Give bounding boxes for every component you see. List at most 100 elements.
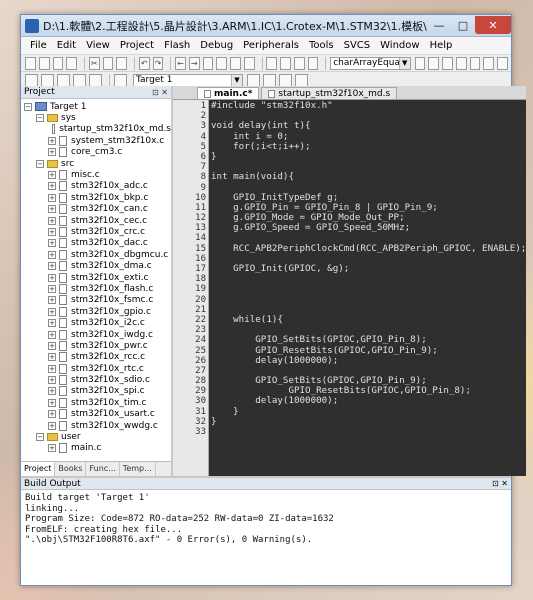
code-line[interactable] — [211, 284, 526, 294]
expander-icon[interactable]: + — [48, 148, 56, 157]
tree-folder-item[interactable]: − src — [21, 158, 171, 169]
menu-window[interactable]: Window — [375, 40, 424, 51]
tree-file-item[interactable]: + stm32f10x_can.c — [21, 204, 171, 215]
expander-icon[interactable]: − — [36, 159, 44, 168]
tree-file-item[interactable]: + stm32f10x_dma.c — [21, 260, 171, 272]
tree-file-item[interactable]: startup_stm32f10x_md.s — [21, 124, 171, 135]
tree-target-item[interactable]: − Target 1 — [21, 101, 171, 112]
code-line[interactable]: g.GPIO_Speed = GPIO_Speed_50MHz; — [211, 223, 526, 233]
menu-svcs[interactable]: SVCS — [339, 40, 376, 51]
chevron-down-icon[interactable]: ▼ — [231, 74, 242, 86]
menu-help[interactable]: Help — [425, 40, 458, 51]
code-line[interactable]: #include "stm32f10x.h" — [211, 100, 526, 111]
run-time-environment-icon[interactable] — [295, 73, 308, 87]
expander-icon[interactable]: − — [24, 102, 32, 111]
title-bar[interactable]: D:\1.軟體\2.工程設計\5.晶片設計\3.ARM\1.IC\1.Crote… — [21, 15, 511, 37]
nav-back-icon[interactable]: ← — [175, 56, 186, 70]
expander-icon[interactable]: + — [48, 182, 56, 191]
expander-icon[interactable]: + — [48, 250, 56, 259]
menu-peripherals[interactable]: Peripherals — [238, 40, 304, 51]
expander-icon[interactable]: + — [48, 364, 56, 373]
tree-file-item[interactable]: + stm32f10x_cec.c — [21, 215, 171, 226]
tree-file-item[interactable]: + stm32f10x_sdio.c — [21, 374, 171, 386]
expander-icon[interactable]: + — [48, 227, 56, 236]
menu-tools[interactable]: Tools — [304, 40, 339, 51]
target-combo[interactable]: Target 1 ▼ — [133, 73, 243, 87]
expander-icon[interactable]: + — [48, 296, 56, 305]
menu-edit[interactable]: Edit — [52, 40, 81, 51]
expander-icon[interactable]: + — [48, 171, 56, 180]
build-icon[interactable] — [41, 73, 54, 87]
comment-icon[interactable] — [293, 56, 305, 70]
tree-folder-item[interactable]: − user — [21, 431, 171, 442]
find-combo[interactable]: charArrayEquals ▼ — [330, 56, 411, 70]
expander-icon[interactable]: + — [48, 387, 56, 396]
expander-icon[interactable]: + — [48, 376, 56, 385]
kill-breakpoints-icon[interactable] — [483, 56, 495, 70]
incremental-find-icon[interactable] — [428, 56, 440, 70]
code-editor[interactable]: 1 2 3 4 5 6 7 8 9 10 11 12 13 14 15 16 17 18 19 20 21 22 23 24 2… — [173, 100, 526, 476]
chevron-down-icon[interactable]: ▼ — [398, 57, 410, 69]
expander-icon[interactable]: + — [48, 444, 56, 453]
next-bookmark-icon[interactable] — [230, 56, 241, 70]
code-line[interactable] — [211, 427, 526, 437]
tab-functions[interactable]: Func... — [86, 462, 120, 476]
expander-icon[interactable]: + — [48, 398, 56, 407]
undo-icon[interactable]: ↶ — [138, 56, 150, 70]
pane-pin-close-icon[interactable]: ⊡ ✕ — [152, 88, 171, 97]
code-line[interactable]: for(;i<t;i++); — [211, 141, 526, 152]
menu-debug[interactable]: Debug — [195, 40, 238, 51]
tab-project[interactable]: Project — [21, 462, 56, 476]
tab-books[interactable]: Books — [55, 462, 87, 476]
tree-file-item[interactable]: + stm32f10x_rcc.c — [21, 352, 171, 363]
manage-packs-icon[interactable] — [279, 73, 292, 87]
uncomment-icon[interactable] — [307, 56, 319, 70]
tree-file-item[interactable]: + stm32f10x_tim.c — [21, 397, 171, 408]
expander-icon[interactable]: + — [48, 205, 56, 214]
code-line[interactable]: delay(1000000); — [211, 355, 526, 366]
tree-file-item[interactable]: + stm32f10x_usart.c — [21, 409, 171, 420]
code-line[interactable] — [211, 274, 526, 284]
tree-file-item[interactable]: + main.c — [21, 443, 171, 454]
tab-startup-s[interactable]: startup_stm32f10x_md.s — [261, 87, 398, 99]
expander-icon[interactable]: + — [48, 341, 56, 350]
paste-icon[interactable] — [116, 56, 128, 70]
tree-file-item[interactable]: + stm32f10x_exti.c — [21, 272, 171, 283]
expander-icon[interactable]: + — [48, 273, 56, 282]
expander-icon[interactable]: − — [36, 433, 44, 442]
target-options-icon[interactable] — [247, 73, 260, 87]
tree-file-item[interactable]: + stm32f10x_wwdg.c — [21, 420, 171, 431]
translate-icon[interactable] — [25, 73, 38, 87]
code-line[interactable]: int main(void){ — [211, 172, 526, 182]
download-icon[interactable] — [114, 73, 127, 87]
tree-file-item[interactable]: + stm32f10x_fsmc.c — [21, 295, 171, 306]
code-line[interactable]: GPIO_Init(GPIOC, &g); — [211, 263, 526, 274]
copy-icon[interactable] — [102, 56, 114, 70]
tree-folder-item[interactable]: − sys — [21, 112, 171, 123]
menu-flash[interactable]: Flash — [159, 40, 195, 51]
find-in-files-icon[interactable] — [414, 56, 426, 70]
pane-pin-close-icon[interactable]: ⊡ ✕ — [492, 479, 511, 488]
menu-view[interactable]: View — [81, 40, 115, 51]
tree-file-item[interactable]: + core_cm3.c — [21, 147, 171, 158]
expander-icon[interactable]: + — [48, 421, 56, 430]
tree-file-item[interactable]: + system_stm32f10x.c — [21, 135, 171, 146]
code-line[interactable]: } — [211, 151, 526, 162]
save-all-icon[interactable] — [66, 56, 77, 70]
code-text[interactable]: #include "stm32f10x.h" void delay(int t){… — [209, 100, 526, 476]
tree-file-item[interactable]: + stm32f10x_adc.c — [21, 181, 171, 192]
code-line[interactable]: } — [211, 416, 526, 427]
unindent-icon[interactable] — [280, 56, 291, 70]
tab-templates[interactable]: Temp... — [120, 462, 156, 476]
expander-icon[interactable]: + — [48, 193, 56, 202]
debug-session-icon[interactable] — [442, 56, 453, 70]
disable-breakpoint-icon[interactable] — [469, 56, 481, 70]
expander-icon[interactable]: − — [36, 114, 44, 123]
expander-icon[interactable]: + — [48, 216, 56, 225]
expander-icon[interactable]: + — [48, 319, 56, 328]
tree-file-item[interactable]: + stm32f10x_iwdg.c — [21, 329, 171, 340]
tree-file-item[interactable]: + stm32f10x_dbgmcu.c — [21, 249, 171, 260]
tree-file-item[interactable]: + stm32f10x_flash.c — [21, 283, 171, 294]
cut-icon[interactable]: ✂ — [88, 56, 100, 70]
code-line[interactable]: while(1){ — [211, 314, 526, 325]
